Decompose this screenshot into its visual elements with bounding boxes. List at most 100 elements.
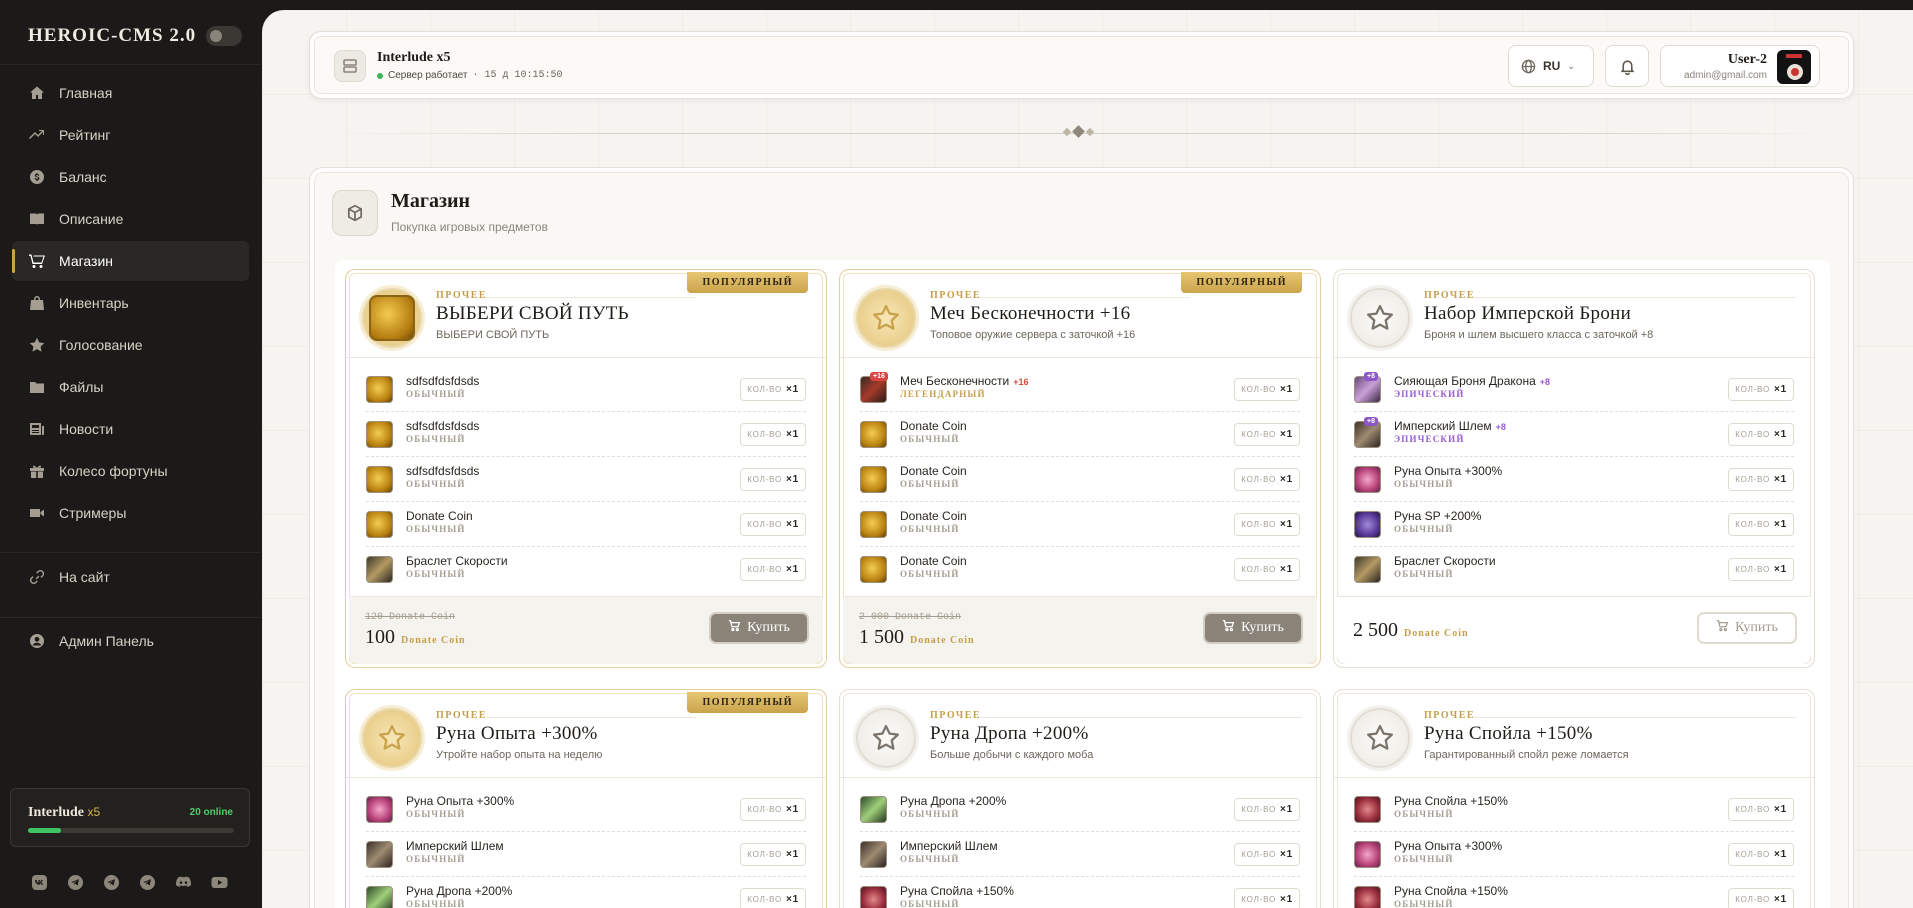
quantity-box: КОЛ-ВО ×1: [740, 888, 806, 908]
item-thumbnail: [860, 795, 887, 823]
buy-button[interactable]: Купить: [709, 612, 809, 644]
sidebar-item-label: Магазин: [59, 253, 114, 269]
item-name-wrap: sdfsdfdsfdsds: [406, 374, 479, 388]
sidebar-item-label: Стримеры: [59, 505, 127, 521]
sidebar-item-files[interactable]: Файлы: [12, 367, 249, 407]
item-thumbnail: [860, 420, 887, 448]
list-item: Donate Coin ОБЫЧНЫЙ КОЛ-ВО ×1: [860, 502, 1300, 547]
buy-button[interactable]: Купить: [1697, 612, 1797, 644]
sidebar-item-to-site[interactable]: На сайт: [12, 557, 249, 597]
card-description: Утройте набор опыта на неделю: [436, 749, 603, 761]
telegram-icon[interactable]: [102, 874, 121, 891]
card-description: ВЫБЕРИ СВОЙ ПУТЬ: [436, 329, 550, 341]
item-rarity: ОБЫЧНЫЙ: [900, 809, 960, 819]
price-currency: Donate Coin: [1404, 628, 1469, 639]
gift-icon: [29, 463, 45, 479]
buy-label: Купить: [1735, 620, 1778, 635]
item-name: Имперский Шлем: [900, 839, 998, 853]
quantity-label: КОЛ-ВО: [1735, 805, 1770, 814]
item-list: sdfsdfdsfdsds ОБЫЧНЫЙ КОЛ-ВО ×1 sdfsdfdsfdsd…: [346, 358, 826, 596]
item-name-wrap: Руна Опыта +300%: [1394, 839, 1502, 853]
sidebar-item-inventory[interactable]: Инвентарь: [12, 283, 249, 323]
item-rarity: ОБЫЧНЫЙ: [900, 479, 960, 489]
discord-icon[interactable]: [174, 874, 193, 891]
card-title: ВЫБЕРИ СВОЙ ПУТЬ: [436, 303, 629, 324]
item-thumbnail: [860, 886, 887, 908]
user-name: User-2: [1727, 52, 1767, 67]
sidebar-item-label: Админ Панель: [59, 633, 154, 649]
sidebar-item-news[interactable]: Новости: [12, 409, 249, 449]
quantity-value: ×1: [1279, 384, 1293, 395]
item-thumbnail: +8: [1354, 371, 1381, 403]
item-enchant: +8: [1539, 377, 1551, 387]
server-status-box: Interlude x5 20 online: [10, 788, 250, 847]
sidebar-item-balance[interactable]: Баланс: [12, 157, 249, 197]
item-name: sdfsdfdsfdsds: [406, 374, 480, 388]
telegram-icon[interactable]: [138, 874, 157, 891]
quantity-box: КОЛ-ВО ×1: [1728, 843, 1794, 866]
item-thumbnail: [1354, 795, 1381, 823]
category-divider: [980, 297, 1190, 298]
cart-icon: [728, 619, 741, 637]
sidebar-item-wheel[interactable]: Колесо фортуны: [12, 451, 249, 491]
item-list: Руна Дропа +200% ОБЫЧНЫЙ КОЛ-ВО ×1 Имперский…: [840, 778, 1320, 908]
quantity-value: ×1: [785, 474, 799, 485]
user-menu[interactable]: User-2 admin@gmail.com: [1660, 45, 1820, 87]
item-name: Руна Спойла +150%: [1394, 884, 1508, 898]
vk-icon[interactable]: [30, 874, 49, 891]
item-name-wrap: Имперский Шлем: [406, 839, 504, 853]
price: 1 500 Donate Coin: [859, 626, 975, 649]
globe-icon: [1521, 59, 1536, 73]
item-name: Браслет Скорости: [406, 554, 508, 568]
sidebar-item-admin-panel[interactable]: Админ Панель: [12, 621, 249, 661]
item-thumbnail: [366, 375, 393, 403]
item-name-wrap: Руна Спойла +150%: [900, 884, 1014, 898]
list-item: sdfsdfdsfdsds ОБЫЧНЫЙ КОЛ-ВО ×1: [366, 367, 806, 412]
sidebar-nav: Главная Рейтинг Баланс Описание Магазин Инвен…: [12, 73, 249, 663]
item-thumbnail: +16: [860, 371, 888, 403]
sidebar-item-rating[interactable]: Рейтинг: [12, 115, 249, 155]
item-name: Руна Спойла +150%: [900, 884, 1014, 898]
theme-toggle[interactable]: [206, 26, 243, 46]
item-rarity: ОБЫЧНЫЙ: [900, 899, 960, 908]
item-name: Руна Опыта +300%: [406, 794, 515, 808]
quantity-label: КОЛ-ВО: [747, 385, 782, 394]
quantity-box: КОЛ-ВО ×1: [1728, 888, 1794, 908]
youtube-icon[interactable]: [210, 874, 229, 891]
quantity-box: КОЛ-ВО ×1: [1728, 468, 1794, 491]
cart-icon: [29, 253, 45, 269]
card-category: ПРОЧЕЕ: [1424, 710, 1476, 721]
item-thumbnail: [860, 510, 887, 538]
item-name: Руна Дропа +200%: [900, 794, 1007, 808]
item-thumbnail: [1354, 886, 1381, 908]
box-icon: [332, 190, 378, 236]
notifications-button[interactable]: [1605, 45, 1649, 87]
quantity-box: КОЛ-ВО ×1: [1234, 798, 1300, 821]
item-name-wrap: Имперский Шлем: [900, 839, 998, 853]
sidebar-item-shop[interactable]: Магазин: [12, 241, 249, 281]
category-divider: [486, 717, 696, 718]
uptime: · 15 д 10:15:50: [472, 70, 563, 81]
star-icon: [1350, 288, 1410, 348]
product-card: ПРОЧЕЕ Набор Имперской Брони Броня и шлем …: [1333, 269, 1815, 668]
language-select[interactable]: RU ⌄: [1508, 45, 1594, 87]
card-category: ПРОЧЕЕ: [930, 710, 982, 721]
coin-icon: [362, 288, 422, 348]
quantity-box: КОЛ-ВО ×1: [1234, 888, 1300, 908]
old-price: 120 Donate Coin: [365, 612, 456, 623]
item-name: Руна Опыта +300%: [1394, 464, 1503, 478]
sidebar-item-streamers[interactable]: Стримеры: [12, 493, 249, 533]
sidebar-item-voting[interactable]: Голосование: [12, 325, 249, 365]
divider-ornament: [1062, 125, 1095, 138]
quantity-box: КОЛ-ВО ×1: [1728, 798, 1794, 821]
quantity-value: ×1: [785, 894, 799, 905]
buy-button[interactable]: Купить: [1203, 612, 1303, 644]
quantity-label: КОЛ-ВО: [1241, 430, 1276, 439]
sidebar-item-description[interactable]: Описание: [12, 199, 249, 239]
list-item: Браслет Скорости ОБЫЧНЫЙ КОЛ-ВО ×1: [366, 547, 806, 592]
telegram-icon[interactable]: [66, 874, 85, 891]
quantity-value: ×1: [1773, 384, 1787, 395]
sidebar-item-home[interactable]: Главная: [12, 73, 249, 113]
item-rarity: ОБЫЧНЫЙ: [406, 569, 466, 579]
quantity-value: ×1: [1279, 519, 1293, 530]
